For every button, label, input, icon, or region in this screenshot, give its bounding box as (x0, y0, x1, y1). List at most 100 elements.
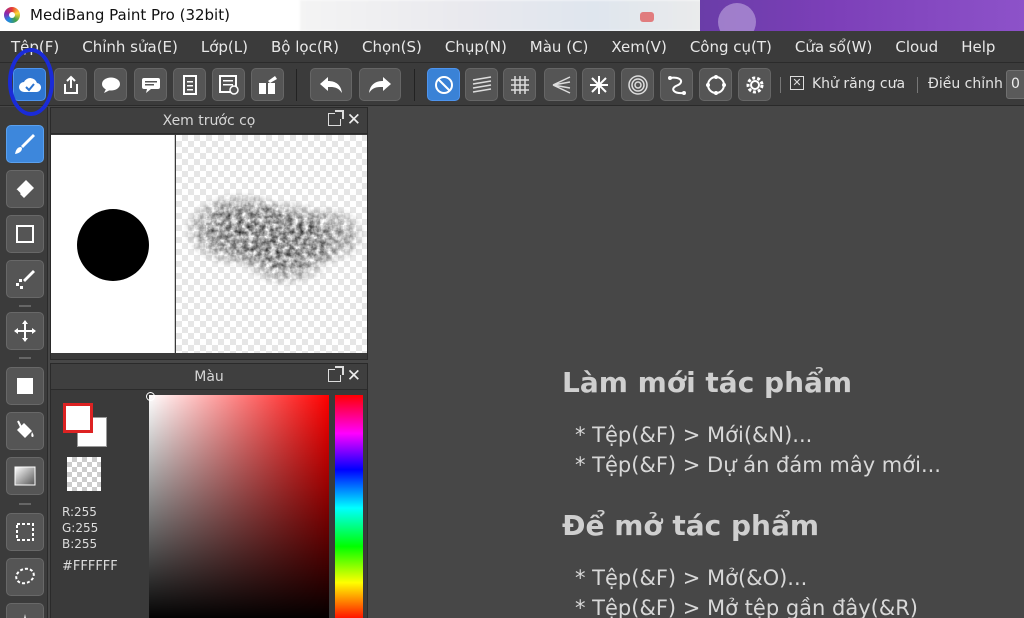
adjust-label: Điều chỉnh (928, 76, 1003, 92)
brush-preview-canvas (51, 135, 369, 357)
dot-pen-icon (16, 270, 35, 289)
magic-wand-tool[interactable] (6, 603, 44, 618)
tool-divider (19, 503, 31, 505)
title-bar: MediBang Paint Pro (32bit) (0, 0, 1024, 31)
material-tiles-icon (258, 75, 277, 94)
dot-tool[interactable] (6, 260, 44, 298)
toolbar-divider (296, 69, 297, 101)
brush-stroke-preview (176, 135, 367, 353)
gear-icon (746, 76, 763, 93)
menu-layer[interactable]: Lớp(L) (201, 38, 248, 56)
snap-settings-button[interactable] (738, 68, 771, 101)
popout-icon[interactable] (328, 110, 344, 126)
redo-button[interactable] (359, 68, 401, 101)
antialias-checkbox[interactable]: ✕ (790, 76, 804, 90)
window-title: MediBang Paint Pro (32bit) (30, 6, 230, 24)
concentric-circles-icon (627, 74, 648, 95)
menu-help[interactable]: Help (961, 38, 995, 56)
curve-snap-button[interactable] (660, 68, 693, 101)
transparent-color-swatch[interactable] (67, 457, 101, 491)
message-button[interactable] (134, 68, 167, 101)
menu-color[interactable]: Màu (C) (530, 38, 589, 56)
color-picker-cursor[interactable] (146, 392, 155, 401)
popout-icon[interactable] (328, 366, 344, 382)
perspective-snap-button[interactable] (544, 68, 577, 101)
blue-value: B:255 (62, 537, 98, 551)
hex-value: #FFFFFF (62, 559, 118, 574)
toolbar-divider (414, 69, 415, 101)
undo-arrow-icon (320, 76, 342, 93)
color-panel: Màu ✕ R:255 G:255 B:255 #FFFFFF (50, 363, 368, 618)
radial-burst-icon (589, 75, 608, 94)
snap-off-button[interactable] (427, 68, 460, 101)
toolbar-divider (917, 77, 918, 93)
adjust-value-input[interactable]: 0 (1006, 70, 1024, 99)
tool-strip (0, 107, 48, 618)
menu-file[interactable]: Tệp(F) (11, 38, 59, 56)
grid-icon (510, 75, 529, 94)
brush-preview-header: Xem trước cọ ✕ (51, 108, 367, 134)
menu-view[interactable]: Xem(V) (611, 38, 666, 56)
close-icon[interactable]: ✕ (347, 110, 361, 130)
grid-snap-button[interactable] (503, 68, 536, 101)
tool-divider (19, 305, 31, 307)
brush-shape-preview (51, 135, 175, 353)
parallel-snap-button[interactable] (465, 68, 498, 101)
upload-share-icon (63, 75, 78, 94)
redo-arrow-icon (369, 76, 391, 93)
eraser-icon (15, 180, 34, 198)
menu-tools[interactable]: Công cụ(T) (690, 38, 772, 56)
open-artwork-heading: Để mở tác phẩm (562, 509, 820, 542)
gradient-tool[interactable] (6, 457, 44, 495)
brush-tip-circle (77, 209, 149, 281)
document-button[interactable] (173, 68, 206, 101)
circle-dots-icon (705, 74, 726, 95)
magic-wand-icon (24, 614, 26, 618)
new-artwork-heading: Làm mới tác phẩm (562, 366, 853, 399)
brush-tool[interactable] (6, 125, 44, 163)
bucket-tool[interactable] (6, 412, 44, 450)
hue-slider[interactable] (335, 395, 363, 618)
color-panel-title: Màu (194, 369, 224, 385)
select-tool[interactable] (6, 513, 44, 551)
new-cloud-project-hint: * Tệp(&F) > Dự án đám mây mới... (575, 453, 941, 477)
circle-snap-button[interactable] (699, 68, 732, 101)
background-window-blur-accent (640, 12, 654, 22)
brush-preview-title: Xem trước cọ (162, 113, 256, 129)
no-snap-icon (434, 75, 453, 94)
green-value: G:255 (62, 521, 99, 535)
chat-box-icon (141, 77, 160, 93)
undo-button[interactable] (310, 68, 352, 101)
shape-tool[interactable] (6, 215, 44, 253)
brush-stroke-sample (183, 192, 366, 287)
move-tool[interactable] (6, 312, 44, 350)
menu-edit[interactable]: Chỉnh sửa(E) (82, 38, 178, 56)
menu-filter[interactable]: Bộ lọc(R) (271, 38, 339, 56)
layer-list-button[interactable] (212, 68, 245, 101)
radial-snap-button[interactable] (582, 68, 615, 101)
menu-snap[interactable]: Chụp(N) (445, 38, 507, 56)
menu-window[interactable]: Cửa sổ(W) (795, 38, 872, 56)
brush-preview-panel: Xem trước cọ ✕ (50, 107, 368, 360)
app-logo-icon (4, 7, 20, 23)
parallel-lines-icon (472, 75, 491, 93)
concentric-snap-button[interactable] (621, 68, 654, 101)
menu-bar: Tệp(F) Chỉnh sửa(E) Lớp(L) Bộ lọc(R) Chọ… (0, 31, 1024, 63)
material-button[interactable] (251, 68, 284, 101)
marquee-select-icon (16, 523, 34, 541)
lasso-tool[interactable] (6, 558, 44, 596)
antialias-label: Khử răng cưa (812, 76, 906, 92)
comment-button[interactable] (94, 68, 127, 101)
color-panel-header: Màu ✕ (51, 364, 367, 390)
menu-cloud[interactable]: Cloud (895, 38, 938, 56)
main-toolbar: ✕ Khử răng cưa Điều chỉnh 0 (0, 63, 1024, 106)
close-icon[interactable]: ✕ (347, 366, 361, 386)
saturation-value-picker[interactable] (149, 395, 329, 618)
background-window-blur (300, 0, 720, 31)
share-button[interactable] (54, 68, 87, 101)
foreground-color-swatch[interactable] (63, 403, 93, 433)
eraser-tool[interactable] (6, 170, 44, 208)
fill-tool[interactable] (6, 367, 44, 405)
menu-select[interactable]: Chọn(S) (362, 38, 422, 56)
cloud-save-button[interactable] (13, 68, 46, 101)
